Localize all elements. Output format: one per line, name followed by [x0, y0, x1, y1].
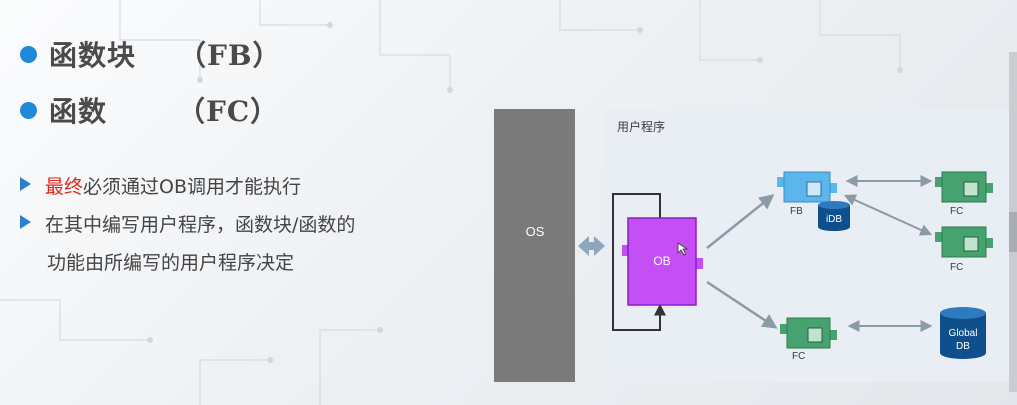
os-ob-double-arrow: [578, 236, 605, 256]
fb-label: FB: [790, 206, 803, 217]
user-program-title: 用户程序: [617, 119, 665, 134]
fc-label-1: FC: [950, 206, 963, 217]
program-structure-diagram: OS 用户程序 OB FB iDB FC FC FC Global DB: [494, 109, 1012, 382]
os-block: [494, 109, 575, 382]
global-db-label-line2: DB: [956, 341, 970, 352]
idb-label: iDB: [826, 214, 842, 225]
scrollbar-thumb[interactable]: [1009, 212, 1017, 252]
global-db-label-line1: Global: [949, 328, 978, 339]
idb-cylinder: iDB: [818, 201, 850, 231]
ob-block: OB: [622, 217, 703, 306]
right-scrollbar[interactable]: [1009, 52, 1017, 392]
fc-label-3: FC: [792, 351, 805, 362]
fc-label-2: FC: [950, 262, 963, 273]
os-label: OS: [526, 224, 545, 239]
global-db-cylinder: Global DB: [940, 307, 986, 359]
ob-label: OB: [653, 254, 670, 268]
